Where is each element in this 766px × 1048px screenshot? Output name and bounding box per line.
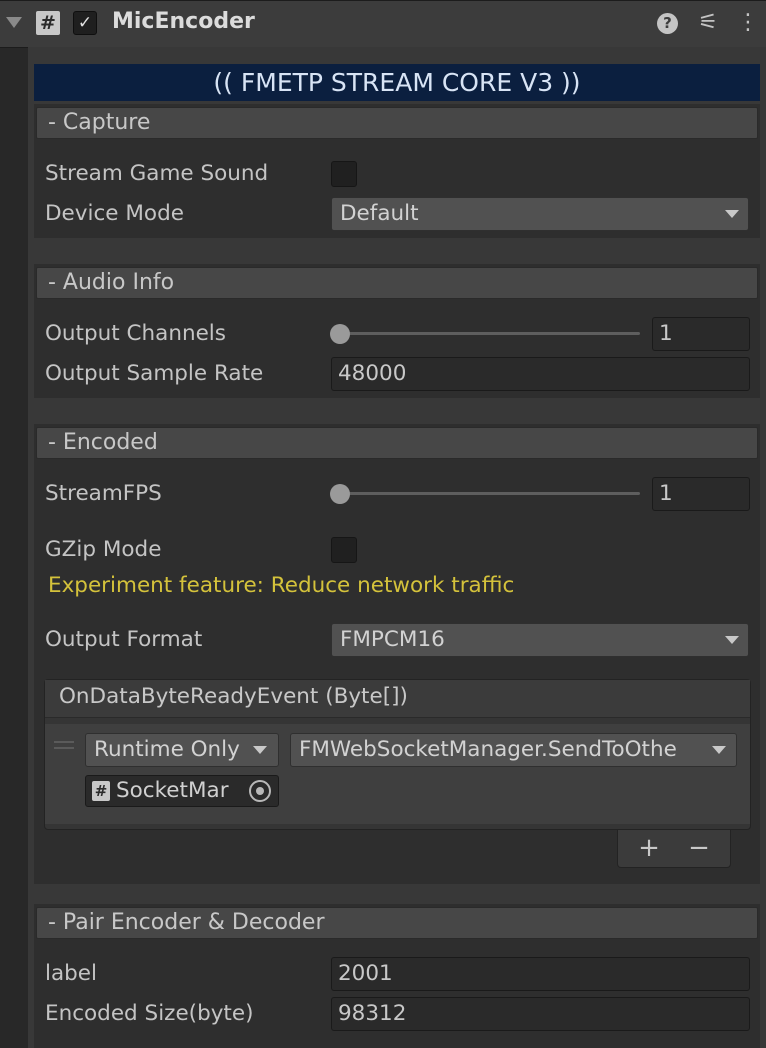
output-sample-rate-value: 48000 xyxy=(338,361,407,386)
label-value: 2001 xyxy=(338,961,393,986)
function-dropdown[interactable]: FMWebSocketManager.SendToOthe xyxy=(290,733,737,767)
device-mode-value: Default xyxy=(340,201,419,226)
stream-game-sound-toggle[interactable] xyxy=(331,161,357,187)
runtime-mode-dropdown[interactable]: Runtime Only xyxy=(85,733,279,767)
output-format-value: FMPCM16 xyxy=(340,627,445,652)
capture-section-header[interactable]: - Capture xyxy=(36,107,758,139)
chevron-down-icon xyxy=(725,210,739,218)
foldout-arrow-icon[interactable] xyxy=(6,17,22,28)
help-icon[interactable]: ? xyxy=(657,13,678,34)
preset-icon[interactable]: ⚟ xyxy=(696,10,720,36)
component-enabled-checkbox[interactable]: ✓ xyxy=(73,11,97,35)
output-sample-rate-label: Output Sample Rate xyxy=(45,361,264,386)
stream-fps-slider-track[interactable] xyxy=(334,492,640,495)
target-object-name: SocketMar xyxy=(116,778,229,803)
script-icon: # xyxy=(36,11,60,35)
function-value: FMWebSocketManager.SendToOthe xyxy=(299,737,677,762)
picker-dot xyxy=(256,787,264,795)
output-channels-label: Output Channels xyxy=(45,321,226,346)
drag-handle-icon[interactable] xyxy=(54,741,74,749)
stream-fps-field[interactable]: 1 xyxy=(652,477,750,511)
add-listener-button[interactable]: + xyxy=(634,833,664,863)
output-channels-slider-track[interactable] xyxy=(334,332,640,335)
gzip-mode-toggle[interactable] xyxy=(331,537,357,563)
stream-fps-label: StreamFPS xyxy=(45,481,162,506)
gzip-mode-label: GZip Mode xyxy=(45,537,162,562)
remove-listener-button[interactable]: − xyxy=(684,833,714,863)
encoded-section-header[interactable]: - Encoded xyxy=(36,427,758,459)
output-channels-field[interactable]: 1 xyxy=(652,317,750,351)
output-channels-value: 1 xyxy=(659,321,673,346)
audio-info-section-header[interactable]: - Audio Info xyxy=(36,267,758,299)
device-mode-label: Device Mode xyxy=(45,201,184,226)
encoded-size-field[interactable]: 98312 xyxy=(331,997,750,1031)
output-format-label: Output Format xyxy=(45,627,203,652)
label-field-label: label xyxy=(45,961,97,986)
stream-game-sound-label: Stream Game Sound xyxy=(45,161,269,186)
chevron-down-icon xyxy=(253,746,267,754)
context-menu-icon[interactable]: ⋮ xyxy=(737,9,759,37)
chevron-down-icon xyxy=(712,746,726,754)
component-title: MicEncoder xyxy=(112,9,255,34)
gzip-warning-text: Experiment feature: Reduce network traff… xyxy=(48,573,515,598)
runtime-mode-value: Runtime Only xyxy=(94,737,240,762)
output-channels-slider-thumb[interactable] xyxy=(330,324,350,344)
stream-fps-value: 1 xyxy=(659,481,673,506)
script-icon: # xyxy=(92,781,110,801)
pair-section-header[interactable]: - Pair Encoder & Decoder xyxy=(36,907,758,939)
output-sample-rate-field[interactable]: 48000 xyxy=(331,357,750,391)
encoded-size-label: Encoded Size(byte) xyxy=(45,1001,254,1026)
encoded-size-value: 98312 xyxy=(338,1001,407,1026)
event-header: OnDataByteReadyEvent (Byte[]) xyxy=(45,680,750,718)
output-format-dropdown[interactable]: FMPCM16 xyxy=(331,623,749,657)
stream-fps-slider-thumb[interactable] xyxy=(330,484,350,504)
stream-core-banner: (( FMETP STREAM CORE V3 )) xyxy=(34,64,760,101)
chevron-down-icon xyxy=(725,636,739,644)
device-mode-dropdown[interactable]: Default xyxy=(331,197,749,231)
label-field[interactable]: 2001 xyxy=(331,957,750,991)
